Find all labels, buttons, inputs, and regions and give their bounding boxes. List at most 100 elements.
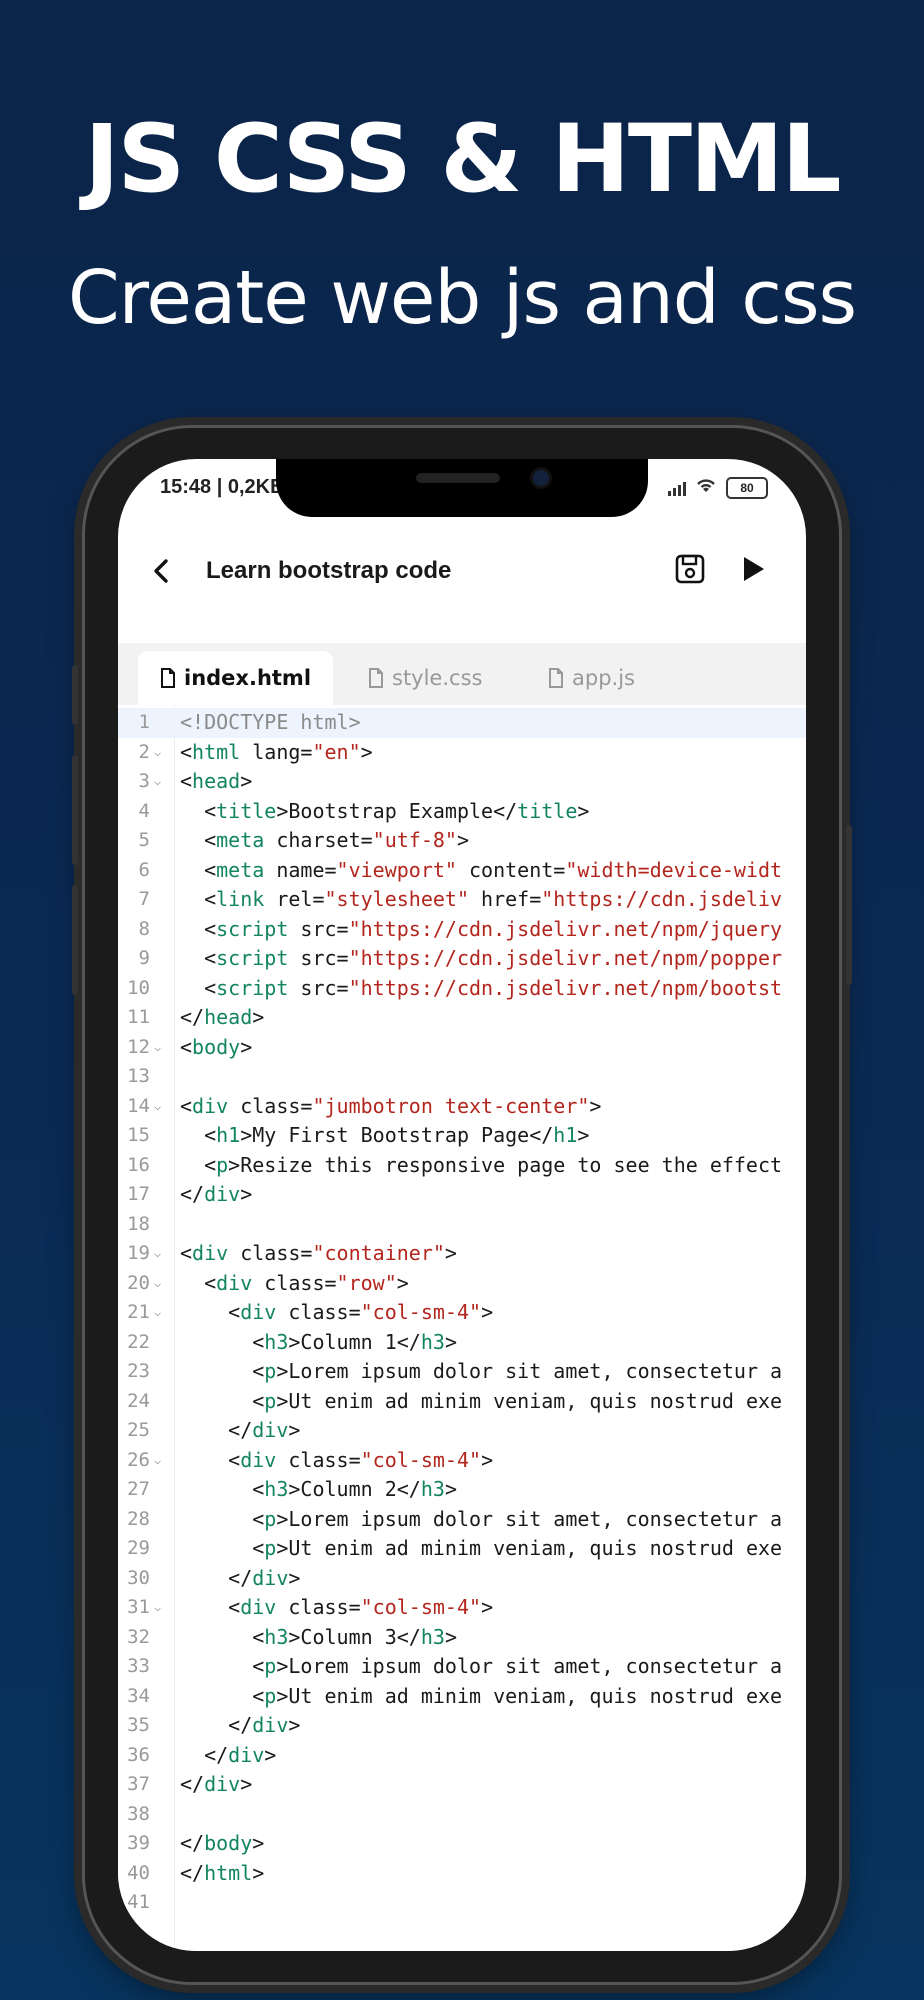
code-line[interactable]: 30 </div> — [118, 1564, 806, 1594]
code-line[interactable]: 39 </body> — [118, 1829, 806, 1859]
code-line[interactable]: 18 — [118, 1210, 806, 1240]
app-title: Learn bootstrap code — [206, 557, 452, 584]
code-line[interactable]: 38 — [118, 1800, 806, 1830]
notch — [276, 459, 648, 517]
code-tag-token: h1 — [216, 1123, 241, 1147]
code-line[interactable]: 11 </head> — [118, 1003, 806, 1033]
code-text: </div> — [180, 1564, 300, 1594]
code-string-token: "utf-8" — [372, 828, 457, 852]
run-button[interactable] — [732, 549, 772, 589]
code-tag-token: h3 — [264, 1624, 289, 1649]
line-number: 4 — [138, 799, 150, 822]
code-line[interactable]: 31 ⌵ <div class="col-sm-4"> — [118, 1593, 806, 1623]
code-line[interactable]: 8 <script src="https://cdn.jsdelivr.net/… — [118, 915, 806, 945]
fold-chevron-icon[interactable]: ⌵ — [154, 738, 161, 768]
signal-icon — [668, 480, 686, 496]
phone-frame: 15:48 | 0,2KB 80 Learn bootstrap code in… — [72, 425, 852, 1985]
fold-chevron-icon[interactable]: ⌵ — [154, 1269, 161, 1299]
code-line[interactable]: 19 ⌵ <div class="container"> — [118, 1239, 806, 1269]
code-line[interactable]: 20 ⌵ <div class="row"> — [118, 1269, 806, 1299]
line-number: 25 — [127, 1419, 150, 1441]
code-line[interactable]: 6 <meta name="viewport" content="width=d… — [118, 856, 806, 886]
code-token: < — [180, 1654, 265, 1678]
fold-chevron-icon[interactable]: ⌵ — [154, 1593, 161, 1623]
fold-chevron-icon[interactable]: ⌵ — [154, 1239, 161, 1269]
code-line[interactable]: 34 <p>Ut enim ad minim veniam, quis nost… — [118, 1682, 806, 1712]
line-number: 11 — [127, 1006, 150, 1028]
code-line[interactable]: 17 </div> — [118, 1180, 806, 1210]
code-text: <div class="col-sm-4"> — [180, 1298, 493, 1328]
code-tag-token: body — [204, 1831, 253, 1855]
code-token: </ — [180, 1713, 253, 1737]
code-tag-token: div — [228, 1742, 265, 1767]
code-line[interactable]: 12 ⌵ <body> — [118, 1033, 806, 1063]
back-button[interactable] — [142, 551, 182, 591]
code-line[interactable]: 15 <h1>My First Bootstrap Page</h1> — [118, 1121, 806, 1151]
code-line[interactable]: 37 </div> — [118, 1770, 806, 1800]
line-number: 3 — [138, 770, 150, 792]
code-line[interactable]: 4 <title>Bootstrap Example</title> — [118, 797, 806, 827]
code-line[interactable]: 7 <link rel="stylesheet" href="https://c… — [118, 885, 806, 915]
code-line[interactable]: 10 <script src="https://cdn.jsdelivr.net… — [118, 974, 806, 1004]
code-token: name= — [264, 857, 337, 882]
fold-chevron-icon[interactable]: ⌵ — [154, 1033, 161, 1063]
code-line[interactable]: 26 ⌵ <div class="col-sm-4"> — [118, 1446, 806, 1476]
code-line[interactable]: 29 <p>Ut enim ad minim veniam, quis nost… — [118, 1534, 806, 1564]
code-token: > — [481, 1447, 494, 1472]
code-editor[interactable]: 1 <!DOCTYPE html> 2 ⌵ <html lang="en"> 3 ⌵ <hea… — [118, 705, 806, 1951]
tab-style-css[interactable]: style.css — [368, 651, 482, 705]
code-line[interactable]: 32 <h3>Column 3</h3> — [118, 1623, 806, 1653]
line-number: 34 — [127, 1684, 150, 1707]
code-token: < — [180, 1536, 265, 1560]
line-number: 7 — [138, 888, 150, 910]
code-token: content= — [456, 857, 566, 882]
code-line[interactable]: 41 — [118, 1888, 806, 1918]
line-number: 32 — [127, 1625, 150, 1648]
code-text: <meta charset="utf-8"> — [180, 826, 469, 856]
earpiece-speaker — [416, 473, 500, 483]
phone-power-button — [846, 825, 852, 985]
code-line[interactable]: 24 <p>Ut enim ad minim veniam, quis nost… — [118, 1387, 806, 1417]
code-line[interactable]: 5 <meta charset="utf-8"> — [118, 826, 806, 856]
code-line[interactable]: 21 ⌵ <div class="col-sm-4"> — [118, 1298, 806, 1328]
status-icons: 80 — [668, 476, 768, 500]
code-token: </ — [180, 1772, 205, 1796]
code-line[interactable]: 36 </div> — [118, 1741, 806, 1771]
app-bar: Learn bootstrap code — [118, 519, 806, 629]
code-token: > — [589, 1093, 602, 1118]
code-line[interactable]: 35 </div> — [118, 1711, 806, 1741]
code-line[interactable]: 28 <p>Lorem ipsum dolor sit amet, consec… — [118, 1505, 806, 1535]
code-line[interactable]: 1 <!DOCTYPE html> — [118, 708, 806, 738]
save-button[interactable] — [670, 549, 710, 589]
code-tag-token: p — [264, 1536, 277, 1560]
code-tag-token: meta — [216, 857, 265, 882]
code-tag-token: div — [192, 1093, 229, 1118]
code-token: < — [180, 739, 193, 764]
code-token: >Lorem ipsum dolor sit amet, consectetur… — [276, 1506, 783, 1531]
fold-chevron-icon[interactable]: ⌵ — [154, 767, 161, 797]
fold-chevron-icon[interactable]: ⌵ — [154, 1092, 161, 1122]
code-token: < — [180, 1300, 241, 1324]
code-line[interactable]: 25 </div> — [118, 1416, 806, 1446]
code-line[interactable]: 27 <h3>Column 2</h3> — [118, 1475, 806, 1505]
code-line[interactable]: 2 ⌵ <html lang="en"> — [118, 738, 806, 768]
fold-chevron-icon[interactable]: ⌵ — [154, 1298, 161, 1328]
code-text: <p>Resize this responsive page to see th… — [180, 1151, 782, 1181]
code-line[interactable]: 14 ⌵ <div class="jumbotron text-center"> — [118, 1092, 806, 1122]
code-line[interactable]: 3 ⌵ <head> — [118, 767, 806, 797]
tab-index-html[interactable]: index.html — [138, 651, 334, 705]
code-line[interactable]: 22 <h3>Column 1</h3> — [118, 1328, 806, 1358]
tab-app-js[interactable]: app.js — [548, 651, 635, 705]
code-token: < — [180, 828, 217, 852]
code-line[interactable]: 16 <p>Resize this responsive page to see… — [118, 1151, 806, 1181]
code-line[interactable]: 9 <script src="https://cdn.jsdelivr.net/… — [118, 944, 806, 974]
code-line[interactable]: 23 <p>Lorem ipsum dolor sit amet, consec… — [118, 1357, 806, 1387]
code-line[interactable]: 13 — [118, 1062, 806, 1092]
code-text: <p>Lorem ipsum dolor sit amet, consectet… — [180, 1357, 782, 1387]
code-line[interactable]: 40 </html> — [118, 1859, 806, 1889]
code-line[interactable]: 33 <p>Lorem ipsum dolor sit amet, consec… — [118, 1652, 806, 1682]
code-token: class= — [228, 1241, 313, 1265]
fold-chevron-icon[interactable]: ⌵ — [154, 1446, 161, 1476]
line-number: 27 — [127, 1478, 150, 1500]
line-number: 12 — [127, 1035, 150, 1058]
